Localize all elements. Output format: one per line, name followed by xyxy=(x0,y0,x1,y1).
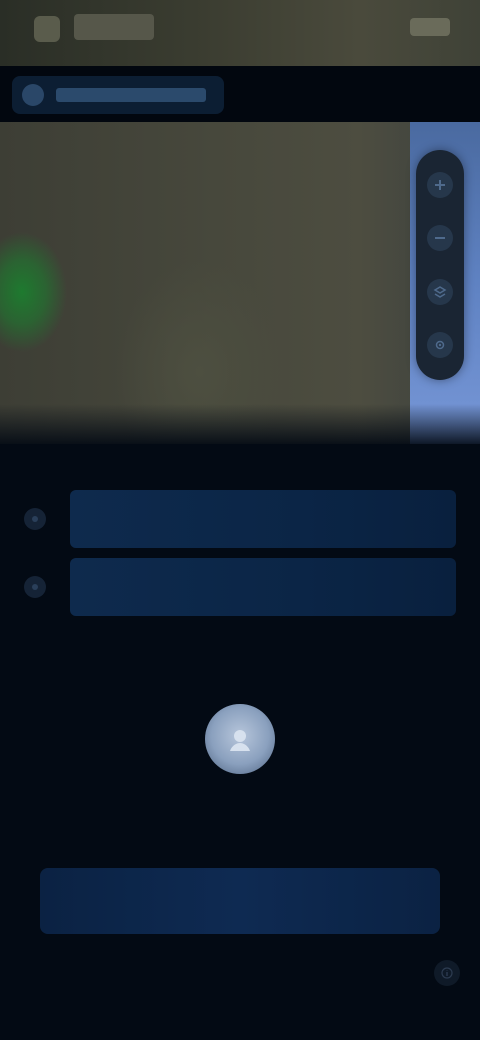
origin-marker-icon xyxy=(24,508,46,530)
origin-input[interactable] xyxy=(70,490,456,548)
empty-state-icon xyxy=(205,704,275,774)
locate-icon[interactable] xyxy=(427,332,453,359)
destination-row xyxy=(24,558,456,616)
layers-icon[interactable] xyxy=(427,278,453,305)
origin-row xyxy=(24,490,456,548)
bottom-panel xyxy=(0,444,480,1040)
map-view[interactable] xyxy=(0,122,480,444)
info-icon[interactable] xyxy=(434,960,460,986)
top-bar xyxy=(0,0,480,66)
primary-action-button[interactable] xyxy=(40,868,440,934)
top-bar-title xyxy=(74,14,154,40)
app-screen xyxy=(0,0,480,1040)
map-bottom-shade xyxy=(0,404,480,444)
app-icon xyxy=(34,16,60,42)
location-icon xyxy=(22,84,44,106)
zoom-out-icon[interactable] xyxy=(427,225,453,252)
destination-input[interactable] xyxy=(70,558,456,616)
destination-marker-icon xyxy=(24,576,46,598)
location-chip-label xyxy=(56,88,206,102)
empty-state xyxy=(0,704,480,808)
status-indicator xyxy=(410,18,450,36)
footer xyxy=(0,954,480,994)
zoom-in-icon[interactable] xyxy=(427,171,453,198)
map-controls xyxy=(416,150,464,380)
title-bar xyxy=(0,66,480,122)
location-chip[interactable] xyxy=(12,76,224,114)
